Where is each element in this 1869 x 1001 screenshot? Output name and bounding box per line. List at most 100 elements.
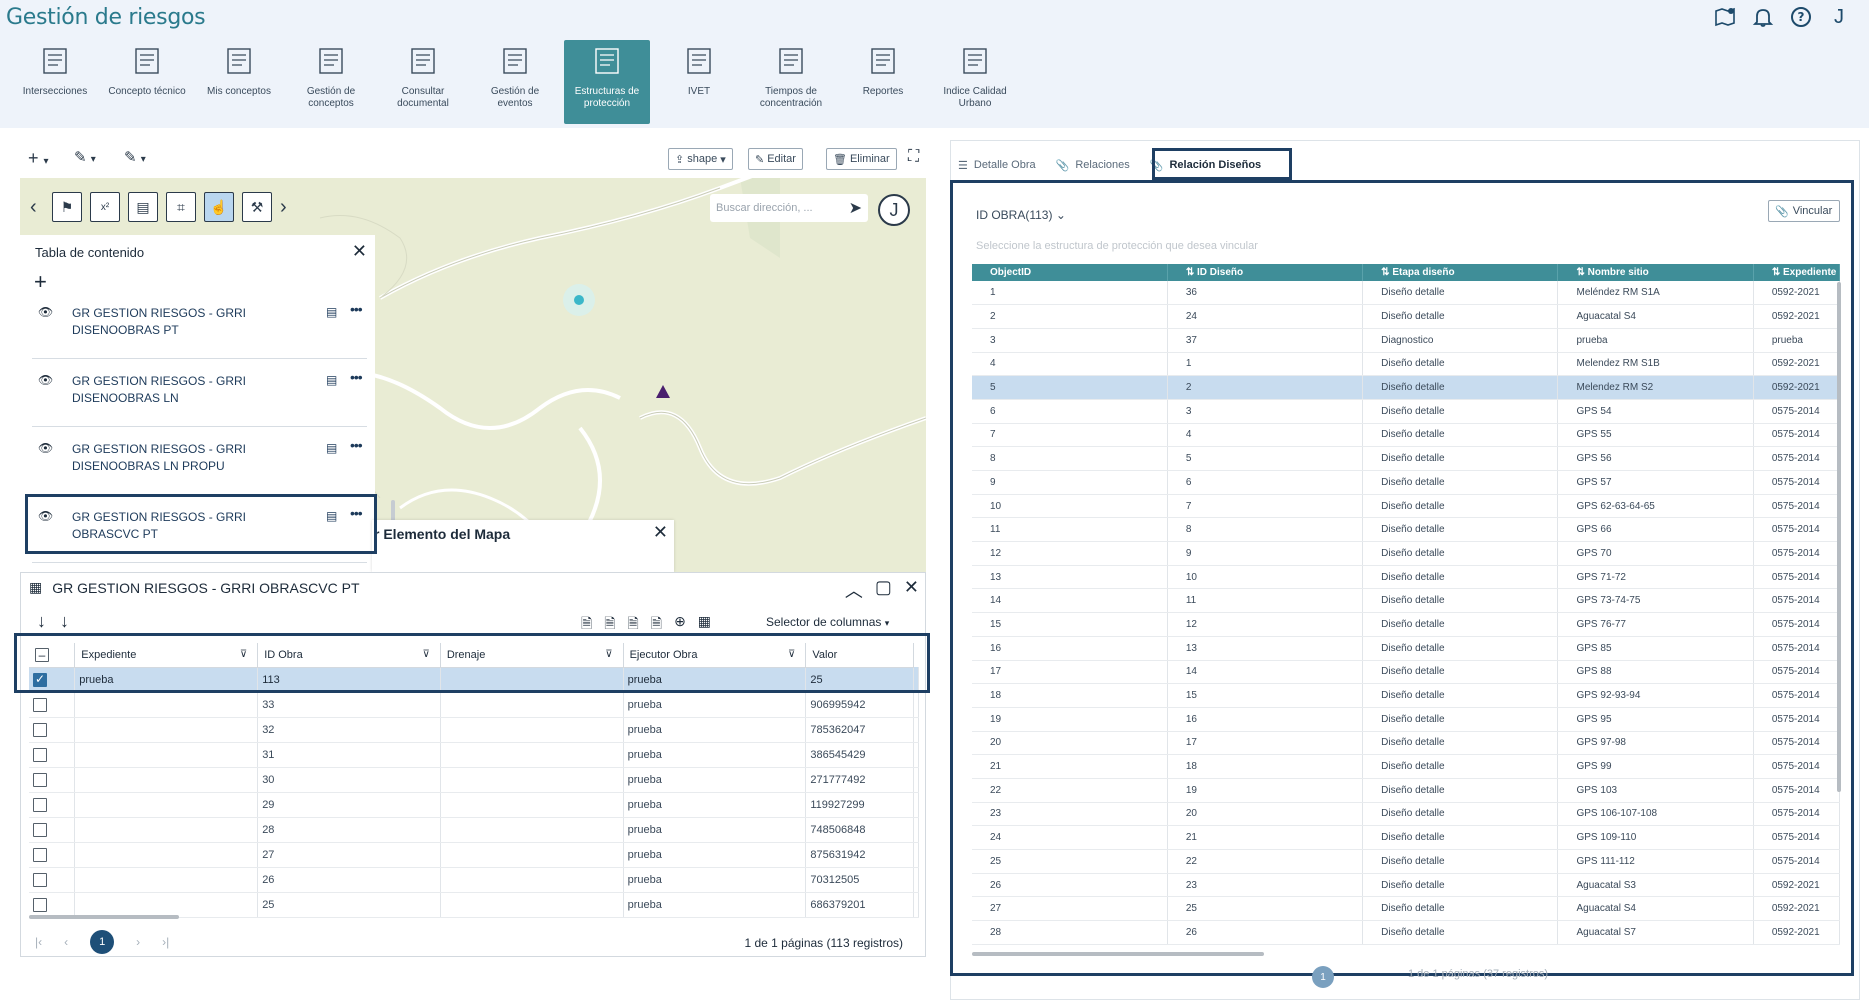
horizontal-scrollbar[interactable] [29,915,179,919]
arrow-down-icon[interactable]: ↓ [37,611,46,632]
table-row[interactable]: 33 prueba 906995942 [29,692,919,718]
table-row[interactable]: 24 21 Diseño detalle GPS 109-110 0575-2014 [972,825,1841,850]
column-header[interactable]: ObjectID [972,264,1168,281]
search-go-icon[interactable]: ➤ [849,198,862,218]
module-5[interactable]: Gestión de eventos [472,40,558,124]
toc-layer-item[interactable]: 👁 GR GESTION RIESGOS - GRRI DISENOOBRAS PT… [32,293,367,359]
chevron-up-icon[interactable]: ︿ [845,577,863,603]
module-4[interactable]: Consultar documental [380,40,466,124]
table-row[interactable]: 11 8 Diseño detalle GPS 66 0575-2014 [972,517,1841,543]
last-page-icon[interactable]: ›| [162,935,169,949]
row-checkbox[interactable] [33,872,47,887]
column-header[interactable]: ⇅ Etapa diseño [1362,264,1559,281]
right-page-number[interactable]: 1 [1312,966,1334,988]
table-row[interactable]: 32 prueba 785362047 [29,717,919,743]
address-search[interactable]: Buscar dirección, ... ➤ [710,194,868,222]
maximize-icon[interactable]: ▢ [875,577,892,603]
edit-pen-button[interactable]: ✎ ▾ [124,148,146,166]
table-row[interactable]: 3 37 Diagnostico prueba prueba [972,328,1841,353]
module-8[interactable]: Tiempos de concentración [748,40,834,124]
attribute-table-icon[interactable]: ▤ [326,373,337,387]
row-checkbox[interactable] [33,697,47,712]
table-row[interactable]: 1 36 Diseño detalle Meléndez RM S1A 0592-202… [972,281,1841,306]
row-checkbox[interactable] [33,722,47,737]
table-row[interactable]: 12 9 Diseño detalle GPS 70 0575-2014 [972,541,1841,566]
draw-pen-button[interactable]: ✎ ▾ [74,148,96,166]
close-icon[interactable]: ✕ [653,522,668,543]
module-7[interactable]: IVET [656,40,742,124]
eye-icon[interactable]: 👁 [38,305,53,319]
row-checkbox-cell[interactable] [29,792,76,818]
row-checkbox-cell[interactable] [29,867,76,893]
map-user-button[interactable]: J [878,194,910,226]
eye-icon[interactable]: 👁 [38,441,53,455]
next-page-icon[interactable]: › [136,935,140,949]
table-row[interactable]: 25 prueba 686379201 [29,892,919,918]
table-row[interactable]: 13 10 Diseño detalle GPS 71-72 0575-2014 [972,565,1841,590]
page-number[interactable]: 1 [90,930,115,954]
row-checkbox[interactable] [33,747,47,762]
table-row[interactable]: 2 24 Diseño detalle Aguacatal S4 0592-2021 [972,304,1841,329]
close-icon[interactable]: ✕ [352,241,367,262]
table-row[interactable]: 26 23 Diseño detalle Aguacatal S3 0592-2021 [972,873,1841,898]
tab-detalle-obra[interactable]: ☰ Detalle Obra [958,159,1036,172]
arrow-down-alt-icon[interactable]: ↓ [60,611,69,632]
row-checkbox[interactable] [33,897,47,912]
table-row[interactable]: 10 7 Diseño detalle GPS 62-63-64-65 0575-201… [972,494,1841,519]
vertical-scrollbar[interactable] [1837,282,1841,792]
eye-icon[interactable]: 👁 [38,373,53,387]
module-9[interactable]: Reportes [840,40,926,124]
fullscreen-icon[interactable]: ⛶ [908,148,919,166]
table-row[interactable]: 23 20 Diseño detalle GPS 106-107-108 0575-20… [972,802,1841,827]
table-row[interactable]: 28 26 Diseño detalle Aguacatal S7 0592-2021 [972,920,1841,945]
sort-icon[interactable]: ⇅ [1576,267,1587,278]
xy-tool-icon[interactable]: x² [90,192,120,222]
table-row[interactable]: 31 prueba 386545429 [29,742,919,768]
editar-button[interactable]: ✎ Editar [748,148,803,170]
row-checkbox-cell[interactable] [29,767,76,793]
add-button[interactable]: + ▾ [28,148,49,169]
add-layer-icon[interactable]: + [34,269,47,295]
table-row[interactable]: 17 14 Diseño detalle GPS 88 0575-2014 [972,660,1841,685]
chevron-left-icon[interactable]: ‹ [30,196,44,219]
table-row[interactable]: 19 16 Diseño detalle GPS 95 0575-2014 [972,707,1841,732]
table-row[interactable]: 25 22 Diseño detalle GPS 111-112 0575-2014 [972,849,1841,874]
column-header[interactable]: ⇅ ID Diseño [1167,264,1364,281]
more-options-icon[interactable]: ••• [350,437,363,453]
table-row[interactable]: 30 prueba 271777492 [29,767,919,793]
more-options-icon[interactable]: ••• [350,369,363,385]
attribute-table-icon[interactable]: ▤ [326,441,337,455]
vincular-button[interactable]: 📎 Vincular [1768,200,1840,222]
flag-tool-icon[interactable]: ⚑ [52,192,82,222]
table-row[interactable]: 22 19 Diseño detalle GPS 103 0575-2014 [972,778,1841,803]
tab-relaciones[interactable]: 📎 Relaciones [1056,159,1130,172]
row-checkbox-cell[interactable] [29,892,76,918]
table-row[interactable]: 9 6 Diseño detalle GPS 57 0575-2014 [972,470,1841,495]
table-row[interactable]: 26 prueba 70312505 [29,867,919,893]
table-row[interactable]: 29 prueba 119927299 [29,792,919,818]
sort-icon[interactable]: ⇅ [1772,267,1783,278]
table-row[interactable]: 21 18 Diseño detalle GPS 99 0575-2014 [972,754,1841,779]
table-row[interactable]: 8 5 Diseño detalle GPS 56 0575-2014 [972,446,1841,471]
layers-tool-icon[interactable]: ▤ [128,192,158,222]
address-search-input[interactable]: Buscar dirección, ... [716,202,813,214]
row-checkbox[interactable] [33,772,47,787]
map-alert-icon[interactable] [1713,5,1737,29]
close-icon[interactable]: ✕ [904,577,919,603]
row-checkbox[interactable] [33,822,47,837]
first-page-icon[interactable]: |‹ [35,935,42,949]
table-row[interactable]: 5 2 Diseño detalle Melendez RM S2 0592-2021 [972,375,1841,400]
column-selector[interactable]: Selector de columnas ▾ [766,615,889,629]
row-checkbox[interactable] [33,847,47,862]
toc-layer-item[interactable]: 👁 GR GESTION RIESGOS - GRRI DISENOOBRAS LN… [32,361,367,427]
prev-page-icon[interactable]: ‹ [64,935,68,949]
module-0[interactable]: Intersecciones [12,40,98,124]
hammer-tool-icon[interactable]: ⚒ [242,192,272,222]
row-checkbox-cell[interactable] [29,817,76,843]
table-row[interactable]: 7 4 Diseño detalle GPS 55 0575-2014 [972,423,1841,448]
shape-button[interactable]: ⇪ shape ▾ [668,148,733,170]
table-row[interactable]: 15 12 Diseño detalle GPS 76-77 0575-2014 [972,612,1841,637]
sort-icon[interactable]: ⇅ [1186,267,1197,278]
module-1[interactable]: Concepto técnico [104,40,190,124]
table-row[interactable]: 27 25 Diseño detalle Aguacatal S4 0592-2021 [972,896,1841,922]
